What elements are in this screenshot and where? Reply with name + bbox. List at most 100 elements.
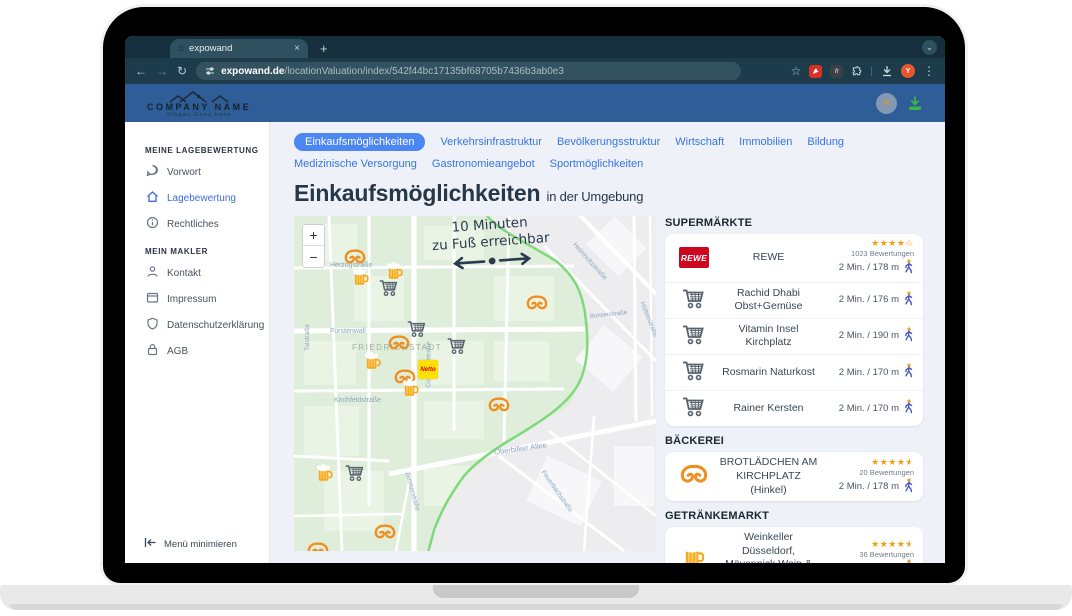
poi-distance: 2 Min. / 176 m — [839, 294, 899, 306]
forward-button[interactable]: → — [156, 65, 168, 77]
map-marker-cart-icon[interactable] — [378, 278, 400, 302]
sidebar-item-agb[interactable]: AGB — [125, 338, 269, 364]
sidebar-item-datenschutzerkl-rung[interactable]: Datenschutzerklärung — [125, 312, 269, 338]
sidebar-item-impressum[interactable]: Impressum — [125, 286, 269, 312]
map-marker-pretzel-icon[interactable] — [526, 294, 548, 317]
user-avatar[interactable]: ☀ — [876, 93, 897, 114]
fr-extension-icon[interactable]: fr — [830, 65, 843, 78]
sidebar-item-kontakt[interactable]: Kontakt — [125, 260, 269, 286]
poi-row[interactable]: Rosmarin Naturkost 2 Min. / 170 m — [665, 355, 923, 391]
walking-icon — [903, 478, 914, 497]
back-button[interactable]: ← — [135, 65, 147, 77]
window-icon — [146, 291, 159, 307]
tab-verkehrsinfrastruktur[interactable]: Verkehrsinfrastruktur — [440, 136, 541, 148]
pdf-extension-icon[interactable] — [809, 65, 822, 78]
poi-card: REWE REWE ★★★★☆1023 Bewertungen2 Min. / … — [665, 234, 923, 426]
sidebar-item-label: Lagebewertung — [167, 193, 236, 204]
browser-menu-icon[interactable]: ⋮ — [923, 65, 935, 77]
category-tabs: Einkaufsmöglichkeiten Verkehrsinfrastrukt… — [294, 133, 945, 170]
map-zoom-out-button[interactable]: − — [303, 246, 324, 267]
walking-icon — [903, 399, 914, 418]
sidebar-item-vorwort[interactable]: Vorwort — [125, 159, 269, 185]
map-marker-netto-logo[interactable]: Netto — [418, 360, 438, 379]
map-marker-beer-icon[interactable] — [364, 352, 382, 376]
map-marker-beer-icon[interactable] — [352, 268, 370, 292]
tab-bildung[interactable]: Bildung — [807, 136, 844, 148]
tab-immobilien[interactable]: Immobilien — [739, 136, 792, 148]
poi-row[interactable]: REWE REWE ★★★★☆1023 Bewertungen2 Min. / … — [665, 234, 923, 283]
menu-minimize-button[interactable]: Menü minimieren — [144, 537, 237, 551]
poi-row[interactable]: Rainer Kersten 2 Min. / 170 m — [665, 391, 923, 426]
poi-distance: 2 Min. / 170 m — [839, 403, 899, 415]
poi-row[interactable]: Rachid Dhabi Obst+Gemüse 2 Min. / 176 m — [665, 283, 923, 319]
map-marker-pretzel-icon[interactable] — [488, 396, 510, 419]
walking-icon — [903, 327, 914, 346]
poi-row[interactable]: Weinkeller Düsseldorf, Mövenpick Wein & … — [665, 527, 923, 563]
lock-icon — [146, 343, 159, 359]
poi-name: BROTLÄDCHEN AM KIRCHPLATZ (Hinkel) — [717, 456, 820, 497]
poi-name: Rachid Dhabi Obst+Gemüse — [717, 287, 820, 314]
annotation-arrows-icon — [450, 250, 535, 271]
tab-wirtschaft[interactable]: Wirtschaft — [675, 136, 724, 148]
cart-icon — [681, 287, 707, 314]
shield-icon — [146, 317, 159, 333]
main-content: Einkaufsmöglichkeiten Verkehrsinfrastrukt… — [270, 122, 945, 563]
tab-search-chevron-icon[interactable]: ⌄ — [922, 40, 937, 55]
sidebar: MEINE LAGEBEWERTUNGVorwortLagebewertungR… — [125, 122, 270, 563]
map-marker-pretzel-icon[interactable] — [374, 523, 396, 546]
sidebar-item-label: Impressum — [167, 294, 216, 305]
map-zoom-in-button[interactable]: + — [303, 225, 324, 246]
map-marker-beer-icon[interactable] — [402, 379, 420, 403]
home-icon — [146, 190, 159, 206]
sidebar-item-label: Datenschutzerklärung — [167, 320, 264, 331]
map-marker-cart-icon[interactable] — [446, 336, 468, 360]
map-marker-beer-icon[interactable] — [316, 464, 334, 488]
poi-section-title: GETRÄNKEMARKT — [665, 510, 923, 522]
sidebar-item-label: AGB — [167, 346, 188, 357]
speech-bubble-icon — [146, 164, 159, 180]
url-host: expowand.de — [221, 66, 284, 77]
sidebar-item-rechtliches[interactable]: Rechtliches — [125, 211, 269, 237]
sidebar-item-lagebewertung[interactable]: Lagebewertung — [125, 185, 269, 211]
download-report-icon[interactable] — [907, 95, 923, 111]
browser-profile-avatar[interactable]: Y — [901, 64, 915, 78]
poi-panel: SUPERMÄRKTEREWE REWE ★★★★☆1023 Bewertung… — [665, 216, 923, 563]
map-marker-pretzel-icon[interactable] — [388, 334, 410, 357]
cart-icon — [681, 395, 707, 422]
sidebar-item-label: Rechtliches — [167, 219, 219, 230]
map[interactable]: + − 10 Minuten zu Fuß erreichbar — [294, 216, 656, 551]
tab-gastronomieangebot[interactable]: Gastronomieangebot — [432, 158, 535, 170]
map-marker-cart-icon[interactable] — [344, 463, 366, 487]
browser-tab[interactable]: ⌂ expowand × — [170, 39, 308, 58]
bookmark-star-icon[interactable]: ☆ — [791, 65, 802, 77]
tab-bev-lkerungsstruktur[interactable]: Bevölkerungsstruktur — [557, 136, 660, 148]
new-tab-button[interactable]: + — [320, 39, 328, 58]
company-logo[interactable]: COMPANY NAME Slogan Goes Here — [147, 88, 251, 118]
extensions-puzzle-icon[interactable] — [851, 66, 862, 77]
poi-card: BROTLÄDCHEN AM KIRCHPLATZ (Hinkel) ★★★★★… — [665, 452, 923, 501]
tab-sportm-glichkeiten[interactable]: Sportmöglichkeiten — [550, 158, 644, 170]
poi-row[interactable]: BROTLÄDCHEN AM KIRCHPLATZ (Hinkel) ★★★★★… — [665, 452, 923, 501]
review-count: 1023 Bewertungen — [820, 249, 914, 258]
poi-row[interactable]: Vitamin Insel Kirchplatz 2 Min. / 190 m — [665, 319, 923, 355]
laptop-base-lip — [10, 604, 1062, 610]
company-name: COMPANY NAME — [147, 102, 251, 112]
map-marker-pretzel-icon[interactable] — [307, 541, 329, 551]
review-count: 36 Bewertungen — [820, 550, 914, 559]
walking-icon — [903, 291, 914, 310]
downloads-icon[interactable] — [881, 65, 893, 77]
page-title: Einkaufsmöglichkeiten in der Umgebung — [294, 180, 923, 207]
reload-button[interactable]: ↻ — [177, 65, 187, 77]
walking-icon — [903, 259, 914, 278]
poi-distance: 2 Min. / 178 m — [839, 481, 899, 493]
webpage: COMPANY NAME Slogan Goes Here ☀ MEINE LA… — [125, 84, 945, 563]
poi-name: Weinkeller Düsseldorf, Mövenpick Wein & … — [717, 531, 820, 563]
tab-title: expowand — [189, 43, 289, 54]
poi-section-title: BÄCKEREI — [665, 435, 923, 447]
tab-einkaufsm-glichkeiten[interactable]: Einkaufsmöglichkeiten — [294, 133, 425, 151]
tab-medizinische-versorgung[interactable]: Medizinische Versorgung — [294, 158, 417, 170]
poi-name: REWE — [717, 251, 820, 265]
poi-name: Vitamin Insel Kirchplatz — [717, 323, 820, 350]
address-bar[interactable]: expowand.de/locationValuation/index/542f… — [196, 62, 741, 80]
tab-close-icon[interactable]: × — [294, 44, 300, 54]
